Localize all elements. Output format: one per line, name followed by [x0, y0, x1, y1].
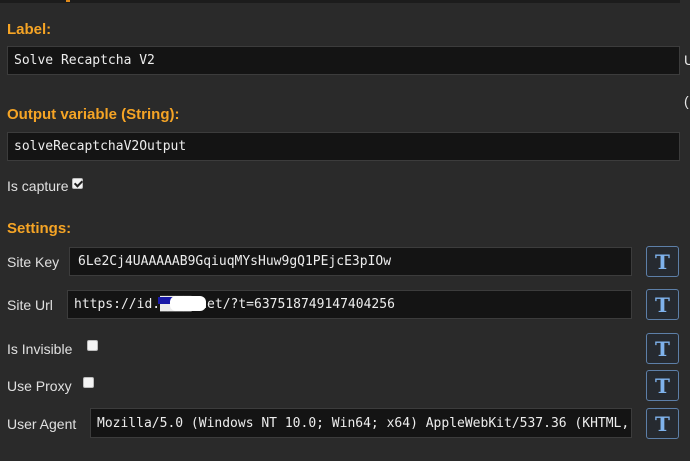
user-agent-label: User Agent	[7, 416, 77, 432]
edge-text-1: U	[684, 52, 690, 68]
right-edge-panel	[680, 0, 690, 461]
redaction-scribble	[170, 296, 206, 311]
top-accent	[66, 0, 70, 2]
output-variable-input[interactable]: solveRecaptchaV2Output	[7, 132, 680, 161]
use-proxy-template-button[interactable]: T	[646, 370, 679, 401]
template-icon: T	[655, 411, 670, 436]
is-invisible-checkbox[interactable]	[87, 340, 98, 351]
template-icon: T	[655, 249, 670, 274]
label-heading: Label:	[7, 21, 52, 38]
template-icon: T	[655, 336, 670, 361]
is-invisible-label: Is Invisible	[7, 341, 73, 357]
is-invisible-template-button[interactable]: T	[646, 333, 679, 364]
site-url-input[interactable]: https://id.████.net/?t=63751874914740425…	[67, 290, 632, 319]
output-variable-heading: Output variable (String):	[7, 106, 180, 123]
top-strip	[0, 0, 690, 3]
site-key-input[interactable]: 6Le2Cj4UAAAAAB9GqiuqMYsHuw9gQ1PEjcE3pIOw	[69, 247, 632, 276]
label-input[interactable]: Solve Recaptcha V2	[7, 46, 680, 75]
site-key-template-button[interactable]: T	[646, 246, 679, 277]
is-capture-checkbox[interactable]	[72, 178, 83, 189]
user-agent-input[interactable]: Mozilla/5.0 (Windows NT 10.0; Win64; x64…	[90, 408, 632, 438]
site-key-label: Site Key	[7, 254, 60, 270]
template-icon: T	[655, 373, 670, 398]
settings-heading: Settings:	[7, 220, 72, 237]
use-proxy-checkbox[interactable]	[83, 377, 94, 388]
edge-text-2: (	[684, 93, 689, 109]
template-icon: T	[655, 292, 670, 317]
use-proxy-label: Use Proxy	[7, 378, 72, 394]
is-capture-label: Is capture	[7, 178, 69, 194]
site-url-template-button[interactable]: T	[646, 289, 679, 320]
user-agent-template-button[interactable]: T	[646, 408, 679, 439]
site-url-label: Site Url	[7, 297, 53, 313]
